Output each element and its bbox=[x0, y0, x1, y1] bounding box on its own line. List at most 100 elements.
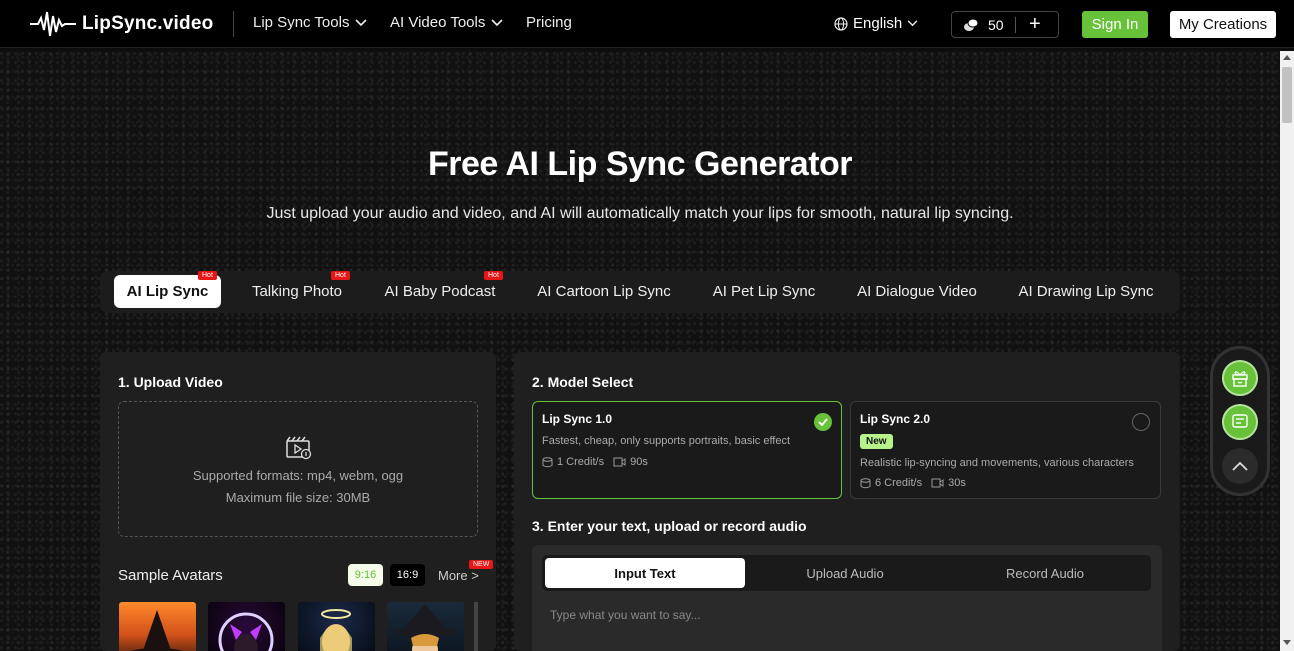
gift-icon bbox=[1232, 371, 1248, 387]
nav-label: Lip Sync Tools bbox=[253, 14, 350, 31]
nav-pricing[interactable]: Pricing bbox=[526, 14, 572, 31]
model-select-title: 2. Model Select bbox=[532, 374, 634, 390]
tab-label: Talking Photo bbox=[251, 283, 343, 300]
audio-section-title: 3. Enter your text, upload or record aud… bbox=[532, 518, 807, 534]
tab-ai-pet-lip-sync[interactable]: AI Pet Lip Sync bbox=[704, 275, 824, 308]
model-option-lip-sync-2[interactable]: Lip Sync 2.0 New Realistic lip-syncing a… bbox=[850, 401, 1161, 499]
more-avatars-link[interactable]: More > bbox=[438, 568, 479, 583]
tab-label: AI Baby Podcast bbox=[384, 283, 496, 300]
tab-record-audio[interactable]: Record Audio bbox=[945, 558, 1145, 588]
ratio-16-9-button[interactable]: 16:9 bbox=[390, 564, 425, 586]
tab-label: AI Cartoon Lip Sync bbox=[537, 283, 671, 300]
tool-tabs: AI Lip Sync Hot Talking Photo Hot AI Bab… bbox=[100, 271, 1180, 313]
tab-label: AI Pet Lip Sync bbox=[712, 283, 816, 300]
sample-avatar[interactable] bbox=[208, 602, 285, 651]
chevron-up-icon bbox=[1232, 461, 1248, 471]
ratio-9-16-button[interactable]: 9:16 bbox=[348, 564, 383, 586]
sample-avatar[interactable] bbox=[387, 602, 464, 651]
scroll-up-arrow[interactable] bbox=[1283, 55, 1291, 60]
logo[interactable]: LipSync.video bbox=[30, 8, 213, 40]
model-meta: 6 Credit/s 30s bbox=[860, 477, 966, 489]
tab-upload-audio[interactable]: Upload Audio bbox=[745, 558, 945, 588]
tab-ai-cartoon-lip-sync[interactable]: AI Cartoon Lip Sync bbox=[528, 275, 680, 308]
sample-avatar[interactable] bbox=[119, 602, 196, 651]
hot-badge: Hot bbox=[198, 271, 217, 280]
video-camera-icon bbox=[613, 457, 626, 467]
tab-label: AI Dialogue Video bbox=[857, 283, 977, 300]
sign-in-button[interactable]: Sign In bbox=[1082, 11, 1148, 38]
selected-check-icon bbox=[814, 413, 832, 431]
model-credits: 6 Credit/s bbox=[875, 477, 923, 489]
upload-video-card: 1. Upload Video Supported formats: mp4, … bbox=[100, 352, 496, 651]
nav-label: AI Video Tools bbox=[390, 14, 486, 31]
credits-divider bbox=[1015, 17, 1016, 33]
nav-lip-sync-tools[interactable]: Lip Sync Tools bbox=[253, 14, 368, 31]
chevron-down-icon bbox=[355, 18, 368, 26]
model-meta: 1 Credit/s 90s bbox=[542, 456, 648, 468]
video-upload-dropzone[interactable]: Supported formats: mp4, webm, ogg Maximu… bbox=[118, 401, 478, 537]
language-label: English bbox=[853, 15, 903, 32]
angel-avatar-image bbox=[320, 609, 352, 651]
nav-label: Pricing bbox=[526, 14, 572, 31]
model-name: Lip Sync 1.0 bbox=[542, 412, 613, 426]
credits-count: 50 bbox=[988, 17, 1004, 33]
supported-formats-text: Supported formats: mp4, webm, ogg bbox=[192, 468, 404, 483]
model-duration: 30s bbox=[948, 477, 966, 489]
model-option-lip-sync-1[interactable]: Lip Sync 1.0 Fastest, cheap, only suppor… bbox=[532, 401, 842, 499]
model-name: Lip Sync 2.0 bbox=[860, 412, 931, 426]
nav-ai-video-tools[interactable]: AI Video Tools bbox=[390, 14, 503, 31]
avatars-scrollbar[interactable] bbox=[474, 602, 478, 651]
audio-input-panel: Input Text Upload Audio Record Audio Typ… bbox=[532, 545, 1162, 651]
model-credits: 1 Credit/s bbox=[557, 456, 605, 468]
database-icon bbox=[542, 456, 553, 467]
language-selector[interactable]: English bbox=[834, 15, 918, 32]
new-badge: NEW bbox=[469, 560, 494, 569]
hot-badge: Hot bbox=[484, 271, 503, 280]
gift-button[interactable] bbox=[1222, 360, 1258, 396]
sample-avatar[interactable] bbox=[298, 602, 375, 651]
page-subtitle: Just upload your audio and video, and AI… bbox=[266, 205, 1014, 222]
new-badge: New bbox=[860, 434, 893, 449]
scroll-to-top-button[interactable] bbox=[1222, 448, 1258, 484]
sample-avatars-label: Sample Avatars bbox=[118, 567, 223, 584]
floating-action-bar bbox=[1210, 346, 1270, 496]
audio-tabs: Input Text Upload Audio Record Audio bbox=[542, 555, 1151, 591]
video-upload-icon bbox=[286, 436, 312, 460]
settings-card: 2. Model Select Lip Sync 1.0 Fastest, ch… bbox=[514, 352, 1180, 651]
tab-label: AI Drawing Lip Sync bbox=[1018, 283, 1154, 300]
feedback-button[interactable] bbox=[1222, 404, 1258, 440]
globe-icon bbox=[834, 16, 848, 31]
model-description: Realistic lip-syncing and movements, var… bbox=[860, 457, 1134, 469]
coins-icon bbox=[964, 18, 979, 31]
text-input-field[interactable]: Type what you want to say... bbox=[550, 608, 701, 622]
top-navbar: LipSync.video Lip Sync Tools AI Video To… bbox=[0, 0, 1294, 48]
page-title: Free AI Lip Sync Generator bbox=[427, 145, 853, 183]
chevron-down-icon bbox=[907, 20, 918, 27]
credits-widget: 50 + bbox=[951, 11, 1059, 38]
page-scrollbar[interactable] bbox=[1280, 51, 1294, 651]
header-divider bbox=[233, 11, 234, 37]
radio-unselected[interactable] bbox=[1132, 413, 1150, 431]
database-icon bbox=[860, 477, 871, 488]
model-description: Fastest, cheap, only supports portraits,… bbox=[542, 435, 791, 447]
model-duration: 90s bbox=[630, 456, 648, 468]
scrollbar-thumb[interactable] bbox=[1282, 67, 1292, 123]
max-file-size-text: Maximum file size: 30MB bbox=[225, 490, 371, 505]
logo-text: LipSync.video bbox=[82, 13, 214, 34]
tab-label: AI Lip Sync bbox=[126, 283, 209, 300]
waveform-icon bbox=[30, 11, 76, 37]
chevron-down-icon bbox=[491, 18, 503, 26]
chat-icon bbox=[1232, 414, 1248, 428]
scroll-down-arrow[interactable] bbox=[1283, 640, 1291, 645]
tab-ai-drawing-lip-sync[interactable]: AI Drawing Lip Sync bbox=[1010, 275, 1162, 308]
video-camera-icon bbox=[931, 478, 944, 488]
upload-section-title: 1. Upload Video bbox=[118, 374, 223, 390]
add-credits-button[interactable]: + bbox=[1029, 13, 1041, 36]
hot-badge: Hot bbox=[331, 271, 350, 280]
witch-girl-avatar-image bbox=[395, 604, 455, 651]
tab-ai-dialogue-video[interactable]: AI Dialogue Video bbox=[848, 275, 986, 308]
tab-input-text[interactable]: Input Text bbox=[545, 558, 745, 588]
witch-hat-avatar-image bbox=[131, 610, 183, 651]
my-creations-button[interactable]: My Creations bbox=[1170, 11, 1276, 38]
neon-ring-avatar-image bbox=[218, 612, 274, 651]
